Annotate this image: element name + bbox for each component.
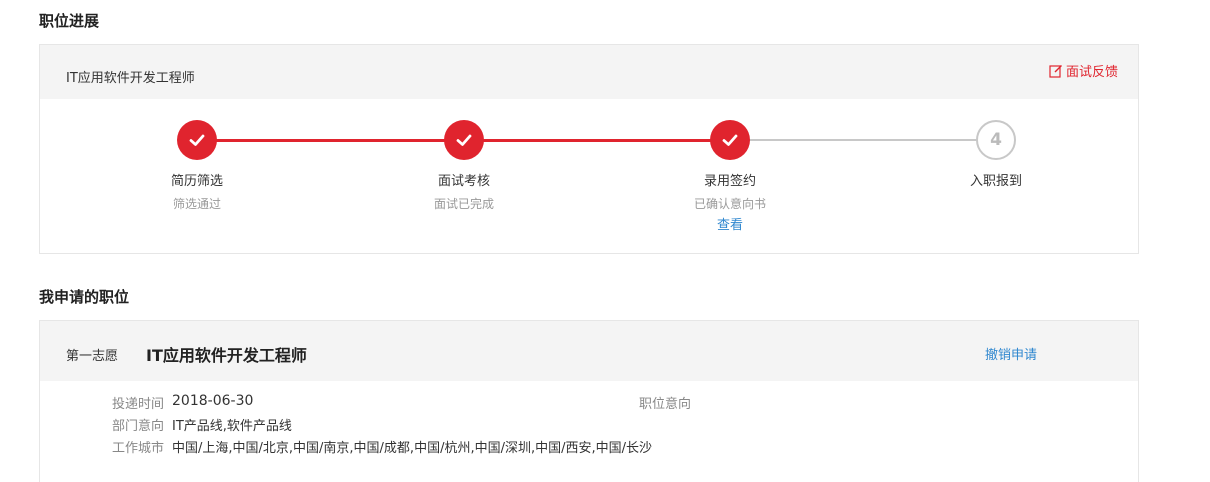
progress-card: IT应用软件开发工程师 面试反馈 简历筛选 筛选通过 面试考核 面试已完成 录用…	[39, 44, 1139, 254]
position-intent-label: 职位意向	[639, 397, 692, 412]
submit-time-label: 投递时间	[112, 397, 165, 412]
submit-time-value: 2018-06-30	[172, 393, 254, 409]
interview-feedback-link[interactable]: 面试反馈	[1049, 61, 1118, 80]
position-intent-row: 职位意向	[639, 393, 691, 412]
step-name: 录用签约	[703, 174, 756, 189]
progress-section-title: 职位进展	[39, 12, 100, 30]
work-city-value: 中国/上海,中国/北京,中国/南京,中国/成都,中国/杭州,中国/深圳,中国/西…	[172, 441, 652, 456]
submit-time-row: 投递时间 2018-06-30	[112, 393, 253, 412]
application-card-header: 第一志愿 IT应用软件开发工程师 撤销申请	[40, 321, 1138, 381]
choice-label: 第一志愿	[66, 349, 119, 364]
checkmark-icon	[456, 134, 472, 146]
dept-intent-row: 部门意向 IT产品线,软件产品线	[112, 415, 292, 434]
step-done-circle	[177, 120, 217, 160]
checkmark-icon	[722, 134, 738, 146]
step-done-circle	[710, 120, 750, 160]
dept-intent-label: 部门意向	[112, 419, 165, 434]
work-city-row: 工作城市 中国/上海,中国/北京,中国/南京,中国/成都,中国/杭州,中国/深圳…	[112, 437, 652, 456]
step-offer-signing: 录用签约 已确认意向书 查看	[650, 120, 810, 233]
step-status: 筛选通过	[172, 197, 221, 211]
step-name: 面试考核	[437, 174, 490, 189]
edit-icon	[1049, 64, 1062, 78]
application-job-title: IT应用软件开发工程师	[146, 346, 307, 365]
step-pending-circle: 4	[976, 120, 1016, 160]
interview-feedback-label: 面试反馈	[1065, 65, 1118, 80]
dept-intent-value: IT产品线,软件产品线	[172, 419, 292, 434]
step-name: 入职报到	[969, 174, 1022, 189]
work-city-label: 工作城市	[112, 441, 165, 456]
step-interview: 面试考核 面试已完成	[384, 120, 544, 212]
progress-steps: 简历筛选 筛选通过 面试考核 面试已完成 录用签约 已确认意向书 查看 4 入职…	[40, 99, 1138, 254]
step-name: 简历筛选	[170, 174, 223, 189]
progress-card-header: IT应用软件开发工程师 面试反馈	[40, 45, 1138, 99]
step-onboarding: 4 入职报到	[916, 120, 1076, 189]
application-card: 第一志愿 IT应用软件开发工程师 撤销申请 投递时间 2018-06-30 职位…	[39, 320, 1139, 482]
progress-job-title: IT应用软件开发工程师	[66, 71, 195, 86]
withdraw-application-link[interactable]: 撤销申请	[985, 344, 1037, 363]
step-status: 已确认意向书	[693, 197, 766, 211]
step-status: 面试已完成	[433, 197, 494, 211]
view-offer-link[interactable]: 查看	[650, 214, 810, 233]
step-done-circle	[444, 120, 484, 160]
checkmark-icon	[189, 134, 205, 146]
applications-section-title: 我申请的职位	[39, 288, 130, 306]
step-resume-screening: 简历筛选 筛选通过	[117, 120, 277, 212]
